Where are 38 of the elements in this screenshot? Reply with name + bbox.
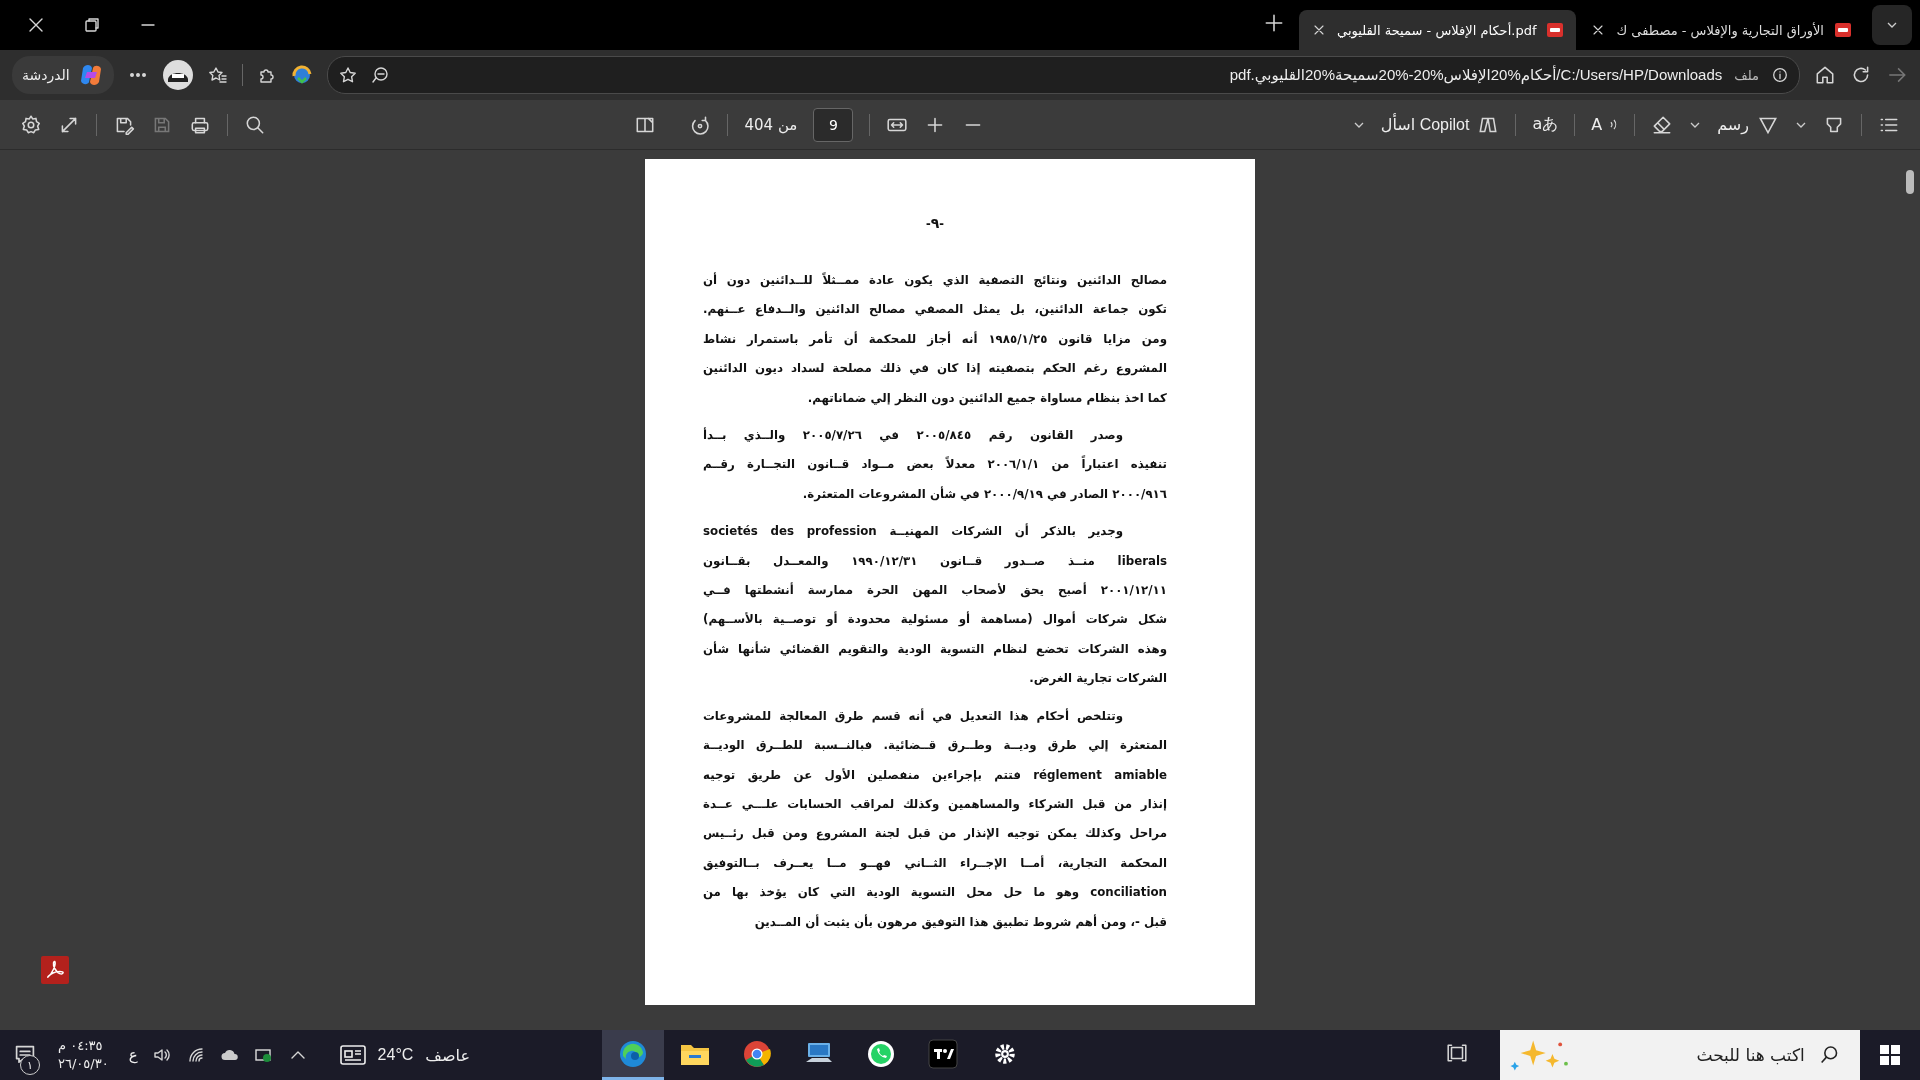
notification-count: ١ — [20, 1055, 40, 1075]
browser-tab[interactable]: أحكام الإفلاس - سميحة القليوبي.pdf — [1299, 10, 1577, 50]
pdf-app-icon[interactable] — [40, 955, 70, 985]
search-field[interactable]: اكتب هنا للبحث — [1583, 1044, 1807, 1066]
sound-waves-icon — [1610, 117, 1619, 132]
search-icon — [1818, 1044, 1840, 1066]
paragraph: وصدر القانون رقم ٢٠٠٥/٨٤٥ في ٢٠٠٥/٧/٢٦ والــذي بــدأ تنفيذه اعتباراً من ٢٠٠٦/١/١ معدلاً بعض مــواد قــانون التجــارة رقــم ٢٠٠٠/٩١٦ الصادر في ٢٠٠٠/٩/١٩ في شأن المشروعات المتعثرة. — [703, 426, 1167, 504]
browser-icon[interactable] — [741, 1038, 772, 1069]
paragraph: وجدير بالذكر أن الشركات المهنيــة societés des profession liberals منــذ صــدور قــانون ١٩٩٠/١٢/٣١ والمعــدل بقــانون ٢٠٠١/١٢/١١ أصبح يحق لأصحاب المهن الحرة ممارسة أنشطتها فــي شكل شركات أموال (مساهمة أو مسئولية محدودة أو توصــية بالأســهم) وهذه الشركات تخضع لنظام التسوية الودية والتقويم القضائي شأنها شأن الشركات تجارية الغرض. — [703, 522, 1167, 688]
paragraph: مصالح الدائنين ونتائج التصفية الذي يكون عادة ممــثلاً للــدائنين دون أن تكون جماعة الدائنين، بل يمثل المصفي مصالح الدائنين والــدفاع عــنهم. ومن مزايا قانون ١٩٨٥/١/٢٥ أنه أجاز للمحكمة أن تأمر باستمرار نشاط المشروع رغم الحكم بتصفيته إذا كان في ذلك مصلحة لسداد ديون الدائنين كما اخذ بنظام مساواة جميع الدائنين دون النظر إلي ضماناتهم. — [703, 271, 1167, 408]
favorites-icon[interactable] — [207, 65, 228, 85]
taskbar-search-box[interactable]: اكتب هنا للبحث — [1500, 1030, 1860, 1080]
home-icon[interactable] — [1814, 64, 1836, 86]
address-field[interactable]: C:/Users/HP/Downloads/أحكام%20الإفلاس%20-%20سميحة%20القليوبي.pdf ملف — [326, 56, 1800, 94]
favorite-star-icon[interactable] — [337, 65, 358, 85]
info-icon[interactable] — [1771, 66, 1789, 84]
news-icon — [339, 1044, 366, 1066]
settings-icon[interactable] — [20, 113, 42, 136]
pdf-file-icon — [1834, 21, 1852, 39]
clock[interactable]: ٠٤:٣٥ م ٢٦/٠٥/٣٠ — [50, 1037, 117, 1073]
browser-tab[interactable]: الأوراق التجارية والإفلاس - مصطفى ك — [1578, 10, 1864, 50]
pdf-file-icon — [1546, 21, 1565, 39]
page-number: -٩- — [925, 215, 945, 231]
chat-icon[interactable] — [865, 1038, 896, 1069]
windows-start-icon[interactable] — [1879, 1044, 1901, 1066]
read-aloud-button[interactable]: A — [1591, 115, 1619, 134]
page-number-field[interactable]: 9 — [813, 107, 854, 142]
language-indicator[interactable]: ع — [128, 1046, 138, 1064]
profile-avatar[interactable] — [161, 59, 194, 91]
restore-icon[interactable] — [82, 15, 102, 35]
translate-button[interactable]: aあ — [1532, 114, 1559, 135]
page-count: من 404 — [744, 115, 798, 134]
paragraph: وتتلخص أحكام هذا التعديل في أنه قسم طرق المعالجة للمشروعات المتعثرة إلي طرق وديــة وطــرق قــضائية. فبالنــسبة للطــرق الوديــة réglement amiable فتتم بإجراءين منفصلين الأول عن طريق توجيه إنذار من قبل الشركاء والمساهمين وكذلك لمراقب الحسابات علـــي عــدة مراحل وكذلك يمكن توجيه الإنذار من قبل لجنة المشروع ومن قبل رئــيس المحكمة التجارية، أمــا الإجــراء الثــاني فهــو مــا يعــرف بــالتوفيق conciliation وهو ما حل محل التسوية الودية التي كان يؤخذ بها من قبل -، ومن أهم شروط تطبيق هذا التوفيق مرهون بأن يثبت أن المــدين — [703, 707, 1167, 932]
chart-app-icon[interactable] — [927, 1038, 958, 1069]
draw-button[interactable]: رسم — [1717, 113, 1779, 136]
chat-button[interactable]: الدردشة — [12, 56, 114, 94]
ask-copilot-button[interactable]: اسأل Copilot — [1380, 113, 1500, 136]
task-view-icon[interactable] — [1446, 1042, 1468, 1064]
